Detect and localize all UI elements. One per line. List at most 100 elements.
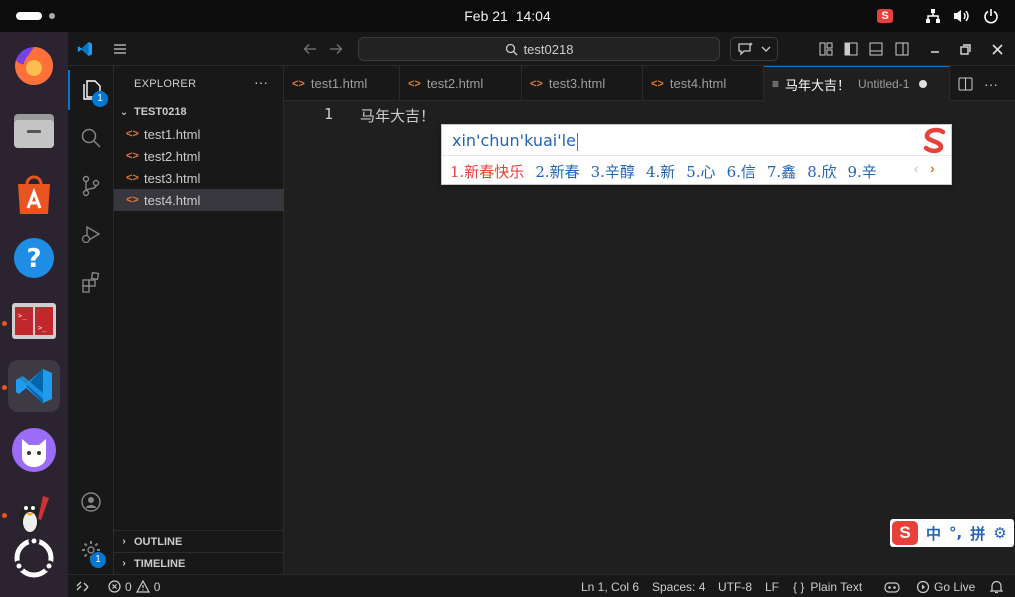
toggle-panel-icon[interactable] <box>868 40 884 58</box>
restore-icon[interactable] <box>958 40 972 58</box>
power-icon[interactable] <box>982 7 1000 25</box>
forward-arrow-icon[interactable] <box>328 40 344 58</box>
ime-candidate[interactable]: 5.心 <box>686 161 715 182</box>
timeline-section[interactable]: › TIMELINE <box>114 552 284 574</box>
file-label: test4.html <box>144 192 201 208</box>
file-item-test3[interactable]: <> test3.html <box>114 167 284 189</box>
vscode-icon[interactable] <box>8 360 60 412</box>
sogou-mode-toggle[interactable]: 中 <box>926 523 941 544</box>
outline-section[interactable]: › OUTLINE <box>114 530 284 552</box>
system-top-bar: Feb 21 14:04 S <box>0 0 1015 32</box>
sogou-punctuation-toggle[interactable]: °, <box>949 524 962 542</box>
toggle-secondary-sidebar-icon[interactable] <box>894 40 910 58</box>
ime-candidate[interactable]: 4.新 <box>646 161 675 182</box>
dock: ? >_ >_ <box>0 32 68 597</box>
sogou-logo-icon[interactable]: S <box>892 521 918 545</box>
ime-candidate[interactable]: 8.欣 <box>807 161 836 182</box>
html-file-icon: <> <box>530 77 543 90</box>
file-item-test4[interactable]: <> test4.html <box>114 189 284 211</box>
file-item-test2[interactable]: <> test2.html <box>114 145 284 167</box>
tab-untitled-1[interactable]: ≡ 马年大吉！ Untitled-1 <box>764 66 950 101</box>
close-icon[interactable] <box>990 40 1004 58</box>
volume-icon[interactable] <box>952 7 972 25</box>
search-icon[interactable] <box>68 118 114 158</box>
clock[interactable]: Feb 21 14:04 <box>0 8 1015 24</box>
status-bar: 0 0 Ln 1, Col 6 Spaces: 4 UTF-8 LF { } P… <box>68 574 1015 597</box>
run-debug-icon[interactable] <box>68 214 114 254</box>
end-of-line[interactable]: LF <box>765 579 779 594</box>
encoding[interactable]: UTF-8 <box>718 579 752 594</box>
command-center-search[interactable]: test0218 <box>358 37 720 61</box>
terminal-app-icon[interactable]: >_ >_ <box>8 296 60 348</box>
cat-app-icon[interactable] <box>8 424 60 476</box>
broadcast-icon <box>916 580 930 593</box>
show-apps-icon[interactable] <box>8 532 60 584</box>
cursor-position[interactable]: Ln 1, Col 6 <box>581 579 639 594</box>
editor-tabs: <> test1.html <> test2.html <> test3.htm… <box>284 66 1015 101</box>
back-arrow-icon[interactable] <box>302 40 318 58</box>
ime-divider <box>442 155 951 156</box>
search-icon <box>505 43 518 55</box>
customize-layout-icon[interactable] <box>818 40 834 58</box>
chevron-down-icon <box>761 46 771 52</box>
vscode-title-bar: test0218 <box>68 32 1015 66</box>
ime-candidate[interactable]: 9.辛 <box>848 161 877 182</box>
menu-icon[interactable] <box>112 40 128 58</box>
split-editor-icon[interactable] <box>956 75 974 93</box>
firefox-icon[interactable] <box>8 40 60 92</box>
extensions-icon[interactable] <box>68 262 114 302</box>
ime-next-page-icon[interactable]: › <box>930 160 935 176</box>
editor-line[interactable]: 马年大吉！ <box>360 105 435 126</box>
svg-text:>_: >_ <box>18 312 27 320</box>
ime-candidate[interactable]: 3.辛醇 <box>591 161 635 182</box>
ime-candidate[interactable]: 1.新春快乐 <box>450 161 524 182</box>
explorer-icon[interactable]: 1 <box>68 70 114 110</box>
manage-gear-icon[interactable]: 1 <box>68 530 114 570</box>
problems-indicator[interactable]: 0 0 <box>108 579 160 594</box>
copilot-chat-button[interactable] <box>730 37 778 61</box>
settings-badge: 1 <box>90 552 106 568</box>
ime-candidate[interactable]: 2.新春 <box>535 161 579 182</box>
html-file-icon: <> <box>126 128 139 140</box>
file-label: test3.html <box>144 170 201 186</box>
ime-candidate[interactable]: 7.鑫 <box>767 161 796 182</box>
copilot-icon[interactable] <box>884 579 900 594</box>
file-item-test1[interactable]: <> test1.html <box>114 123 284 145</box>
remote-icon[interactable] <box>76 579 89 594</box>
language-label: Plain Text <box>810 579 863 594</box>
sogou-tray-icon[interactable]: S <box>876 7 894 25</box>
notifications-bell-icon[interactable] <box>990 579 1003 594</box>
running-indicator <box>2 385 7 390</box>
ime-candidate[interactable]: 6.信 <box>727 161 756 182</box>
folder-test0218[interactable]: ⌄ TEST0218 <box>114 102 284 122</box>
explorer-sidebar: EXPLORER ··· ⌄ TEST0218 <> test1.html <>… <box>114 66 284 574</box>
app-center-icon[interactable] <box>8 168 60 220</box>
tab-test4[interactable]: <> test4.html <box>643 66 764 101</box>
more-actions-button[interactable]: ··· <box>254 74 268 90</box>
go-live-button[interactable]: Go Live <box>916 579 975 594</box>
accounts-icon[interactable] <box>68 482 114 522</box>
network-icon[interactable] <box>924 7 942 25</box>
sogou-settings-icon[interactable]: ⚙ <box>993 524 1006 542</box>
language-mode[interactable]: { } Plain Text <box>793 579 862 594</box>
ime-prev-page-icon[interactable]: ‹ <box>914 161 918 176</box>
tab-test3[interactable]: <> test3.html <box>522 66 643 101</box>
ime-candidate-list: 1.新春快乐 2.新春 3.辛醇 4.新 5.心 6.信 7.鑫 8.欣 9.辛 <box>450 160 888 182</box>
source-control-icon[interactable] <box>68 166 114 206</box>
tab-test1[interactable]: <> test1.html <box>284 66 400 101</box>
more-actions-icon[interactable]: ··· <box>982 75 1000 93</box>
files-icon[interactable] <box>8 104 60 156</box>
help-icon[interactable]: ? <box>8 232 60 284</box>
file-label: test2.html <box>144 148 201 164</box>
folder-label: TEST0218 <box>134 106 187 118</box>
html-file-icon: <> <box>126 194 139 206</box>
indentation[interactable]: Spaces: 4 <box>652 579 705 594</box>
toggle-primary-sidebar-icon[interactable] <box>843 40 859 58</box>
sogou-pinyin-toggle[interactable]: 拼 <box>970 523 985 544</box>
svg-text:?: ? <box>26 244 41 274</box>
minimize-icon[interactable] <box>928 40 942 58</box>
line-number: 1 <box>324 105 334 123</box>
tab-test2[interactable]: <> test2.html <box>400 66 522 101</box>
sogou-logo-icon <box>921 127 949 155</box>
unsaved-dot-icon[interactable] <box>919 80 928 88</box>
